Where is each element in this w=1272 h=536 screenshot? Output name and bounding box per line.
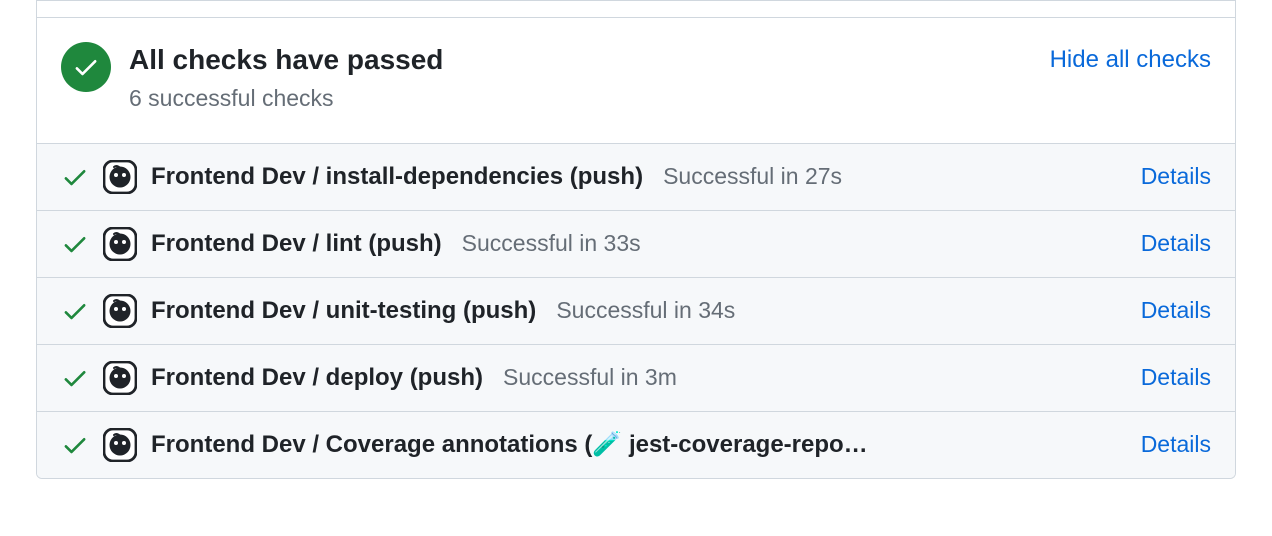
github-actions-icon bbox=[103, 160, 137, 194]
check-success-icon bbox=[61, 431, 89, 459]
details-link[interactable]: Details bbox=[1141, 431, 1211, 458]
check-icon bbox=[72, 53, 100, 81]
check-info: Frontend Dev / Coverage annotations (🧪 j… bbox=[151, 430, 1127, 459]
github-actions-icon bbox=[103, 428, 137, 462]
details-link[interactable]: Details bbox=[1141, 230, 1211, 257]
check-row: Frontend Dev / lint (push) Successful in… bbox=[37, 210, 1235, 277]
checks-header: All checks have passed 6 successful chec… bbox=[37, 17, 1235, 143]
check-success-icon bbox=[61, 297, 89, 325]
check-duration: Successful in 3m bbox=[503, 364, 677, 391]
github-actions-icon bbox=[103, 294, 137, 328]
check-info: Frontend Dev / install-dependencies (pus… bbox=[151, 163, 1127, 191]
check-success-icon bbox=[61, 364, 89, 392]
details-link[interactable]: Details bbox=[1141, 297, 1211, 324]
checks-panel: All checks have passed 6 successful chec… bbox=[36, 0, 1236, 479]
status-badge-success bbox=[61, 42, 111, 92]
details-link[interactable]: Details bbox=[1141, 163, 1211, 190]
github-actions-icon bbox=[103, 227, 137, 261]
check-success-icon bbox=[61, 163, 89, 191]
check-success-icon bbox=[61, 230, 89, 258]
checks-title: All checks have passed bbox=[129, 42, 1050, 78]
details-link[interactable]: Details bbox=[1141, 364, 1211, 391]
check-row: Frontend Dev / unit-testing (push) Succe… bbox=[37, 277, 1235, 344]
check-row: Frontend Dev / install-dependencies (pus… bbox=[37, 143, 1235, 210]
hide-all-checks-link[interactable]: Hide all checks bbox=[1050, 46, 1211, 74]
check-info: Frontend Dev / unit-testing (push) Succe… bbox=[151, 297, 1127, 325]
header-text-block: All checks have passed 6 successful chec… bbox=[129, 42, 1050, 115]
check-info: Frontend Dev / lint (push) Successful in… bbox=[151, 230, 1127, 258]
check-name: Frontend Dev / unit-testing (push) bbox=[151, 297, 536, 325]
check-duration: Successful in 34s bbox=[556, 297, 735, 324]
check-name: Frontend Dev / deploy (push) bbox=[151, 364, 483, 392]
check-info: Frontend Dev / deploy (push) Successful … bbox=[151, 364, 1127, 392]
checks-subtitle: 6 successful checks bbox=[129, 82, 1050, 114]
check-duration: Successful in 27s bbox=[663, 163, 842, 190]
github-actions-icon bbox=[103, 361, 137, 395]
check-row: Frontend Dev / Coverage annotations (🧪 j… bbox=[37, 411, 1235, 478]
check-name: Frontend Dev / Coverage annotations (🧪 j… bbox=[151, 430, 868, 459]
checks-list: Frontend Dev / install-dependencies (pus… bbox=[37, 143, 1235, 478]
check-name: Frontend Dev / lint (push) bbox=[151, 230, 442, 258]
check-duration: Successful in 33s bbox=[462, 230, 641, 257]
check-name: Frontend Dev / install-dependencies (pus… bbox=[151, 163, 643, 191]
check-row: Frontend Dev / deploy (push) Successful … bbox=[37, 344, 1235, 411]
